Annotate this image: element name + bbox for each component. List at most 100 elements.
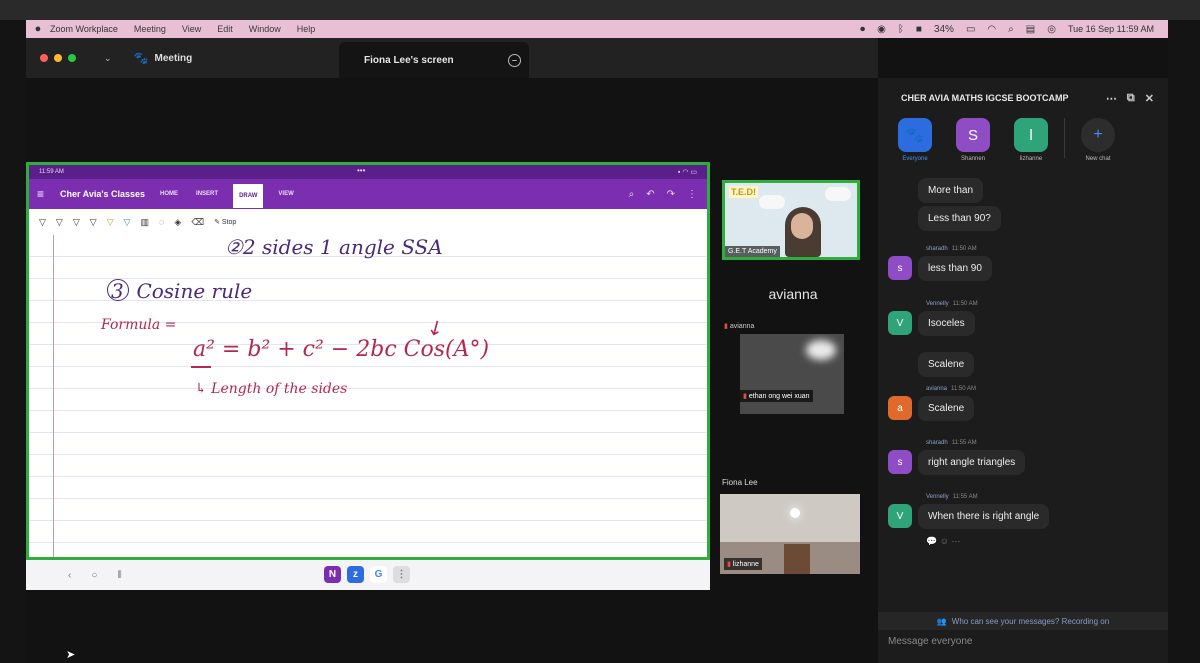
recents-icon[interactable]: ⦀ xyxy=(117,570,121,581)
more-options-icon[interactable]: ⋮ xyxy=(687,189,697,200)
siri-icon[interactable]: ◎ xyxy=(1047,24,1056,35)
pen-icon[interactable]: ▽ xyxy=(73,217,80,228)
cosine-rule-heading: Cosine rule xyxy=(136,279,253,303)
recipient-shannen[interactable]: S Shannen xyxy=(946,118,1000,170)
battery-percent: 34% xyxy=(933,23,954,35)
close-window-button[interactable] xyxy=(40,54,48,62)
undo-icon[interactable]: ↶ xyxy=(646,189,654,200)
more-options-icon[interactable]: ⋯ xyxy=(1106,92,1117,105)
eraser-icon[interactable]: ⌫ xyxy=(191,217,204,228)
recipient-everyone[interactable]: 🐾 Everyone xyxy=(888,118,942,170)
highlighter-icon[interactable]: ▽ xyxy=(124,217,131,228)
video-tile-lizhanne[interactable]: ▮ lizhanne xyxy=(720,494,860,574)
message-bubble[interactable]: When there is right angle xyxy=(918,504,1050,529)
screen-share-tab[interactable]: Fiona Lee's screen – xyxy=(339,42,529,78)
mic-muted-icon: ▮ xyxy=(724,323,728,330)
control-center-icon[interactable]: ▤ xyxy=(1026,24,1035,35)
message-sender[interactable]: Vennelly xyxy=(926,494,949,500)
fiona-tile-label: Fiona Lee xyxy=(722,478,758,487)
message-bubble[interactable]: Isoceles xyxy=(918,311,975,336)
privacy-notice[interactable]: 👥 Who can see your messages? Recording o… xyxy=(878,612,1168,630)
recipient-lizhanne[interactable]: l lizhanne xyxy=(1004,118,1058,170)
menu-app-name[interactable]: Zoom Workplace xyxy=(50,24,118,34)
close-icon[interactable]: ✕ xyxy=(1145,92,1154,105)
lasso-icon[interactable]: ◌ xyxy=(159,217,164,227)
redo-icon[interactable]: ↷ xyxy=(667,189,675,200)
bluetooth-icon[interactable]: ᛒ xyxy=(898,24,904,35)
zoom-app-icon[interactable]: z xyxy=(347,566,364,583)
tab-view[interactable]: VIEW xyxy=(275,187,296,201)
draw-toolbar: ▽ ▽ ▽ ▽ ▽ ▽ ▥ ◌ ◈ ⌫ ✎ Stop xyxy=(29,209,707,235)
minimize-window-button[interactable] xyxy=(54,54,62,62)
stop-button[interactable]: ✎ Stop xyxy=(214,218,236,226)
back-icon[interactable]: ‹ xyxy=(68,570,71,581)
maximize-window-button[interactable] xyxy=(68,54,76,62)
stop-label: Stop xyxy=(221,219,237,226)
pen-icon[interactable]: ▽ xyxy=(39,217,46,228)
message-bubble[interactable]: right angle triangles xyxy=(918,450,1026,475)
message-sender[interactable]: Vennelly xyxy=(926,301,949,307)
input-source-icon[interactable]: ■ xyxy=(916,24,922,35)
message-sender[interactable]: sharadh xyxy=(926,440,948,446)
search-icon[interactable]: ⌕ xyxy=(629,189,635,200)
participant-name-tag: ▮ lizhanne xyxy=(724,558,762,570)
video-tile-ethan[interactable]: ▮ ethan ong wei xuan xyxy=(740,334,844,414)
meeting-tab[interactable]: 🐾 Meeting xyxy=(134,51,193,65)
paw-icon: 🐾 xyxy=(133,51,149,65)
participant-name: G.E.T Academy xyxy=(725,246,780,257)
message-meta: Vennelly 11:50 AM xyxy=(926,301,978,307)
shared-screen[interactable]: 11:59 AM ••• ▪ ◠ ▭ ≡ Cher Avia's Classes… xyxy=(26,162,710,560)
search-icon[interactable]: ⌕ xyxy=(1008,24,1014,35)
notebook-title[interactable]: Cher Avia's Classes xyxy=(60,189,145,199)
pen-icon[interactable]: ▽ xyxy=(56,217,63,228)
record-status-icon[interactable]: ⏺ xyxy=(860,24,865,35)
menu-window[interactable]: Window xyxy=(249,24,281,34)
pen-icon[interactable]: ▽ xyxy=(90,217,97,228)
video-tile-get-academy[interactable]: T.E.D! G.E.T Academy xyxy=(722,180,860,260)
google-app-icon[interactable]: G xyxy=(370,566,387,583)
app-drawer-icon[interactable]: ⋮ xyxy=(393,566,410,583)
message-bubble[interactable]: More than xyxy=(918,178,984,203)
meeting-tab-label: Meeting xyxy=(154,52,193,64)
note-margin-line xyxy=(53,235,54,557)
tab-home[interactable]: HOME xyxy=(157,187,181,201)
menu-help[interactable]: Help xyxy=(297,24,316,34)
ruler-icon[interactable]: ▥ xyxy=(141,217,150,228)
close-tab-icon[interactable]: – xyxy=(508,54,521,67)
participant-name: avianna xyxy=(729,323,755,330)
message-bubble[interactable]: Less than 90? xyxy=(918,206,1001,231)
chevron-down-icon[interactable]: ⌄ xyxy=(104,53,112,64)
message-sender[interactable]: avianna xyxy=(926,386,947,392)
message-bubble[interactable]: less than 90 xyxy=(918,256,992,281)
message-sender[interactable]: sharadh xyxy=(926,246,948,252)
menu-view[interactable]: View xyxy=(182,24,201,34)
home-icon[interactable]: ○ xyxy=(91,570,97,581)
message-bubble[interactable]: Scalene xyxy=(918,396,975,421)
onenote-app-icon[interactable]: N xyxy=(324,566,341,583)
wifi-icon[interactable]: ◠ xyxy=(987,24,996,35)
highlighter-icon[interactable]: ▽ xyxy=(107,217,114,228)
new-chat-button[interactable]: + New chat xyxy=(1071,118,1125,170)
note-canvas[interactable]: ②2 sides 1 angle SSA 3 Cosine rule Formu… xyxy=(29,235,707,557)
reaction-icons[interactable]: 💬 ☺ ⋯ xyxy=(926,536,960,547)
more-dots-icon: ••• xyxy=(357,166,366,175)
battery-icon[interactable]: ▭ xyxy=(966,24,975,35)
avatar[interactable]: a xyxy=(888,396,912,420)
hamburger-menu-icon[interactable]: ≡ xyxy=(37,187,44,201)
menu-meeting[interactable]: Meeting xyxy=(134,24,166,34)
avatar[interactable]: s xyxy=(888,256,912,280)
apple-menu-icon[interactable]: ● xyxy=(26,23,50,35)
tab-draw[interactable]: DRAW xyxy=(233,183,264,208)
tab-insert[interactable]: INSERT xyxy=(193,187,221,201)
message-bubble[interactable]: Scalene xyxy=(918,352,975,377)
zoom-status-icon[interactable]: ◉ xyxy=(877,24,886,35)
avatar[interactable]: V xyxy=(888,504,912,528)
avatar[interactable]: s xyxy=(888,450,912,474)
shapes-icon[interactable]: ◈ xyxy=(174,217,181,228)
avatar[interactable]: V xyxy=(888,311,912,335)
menu-edit[interactable]: Edit xyxy=(217,24,233,34)
message-input[interactable]: Message everyone xyxy=(888,636,1158,647)
recipient-label: lizhanne xyxy=(1019,156,1043,162)
pop-out-icon[interactable]: ⧉ xyxy=(1127,92,1135,105)
avatar: S xyxy=(956,118,990,152)
